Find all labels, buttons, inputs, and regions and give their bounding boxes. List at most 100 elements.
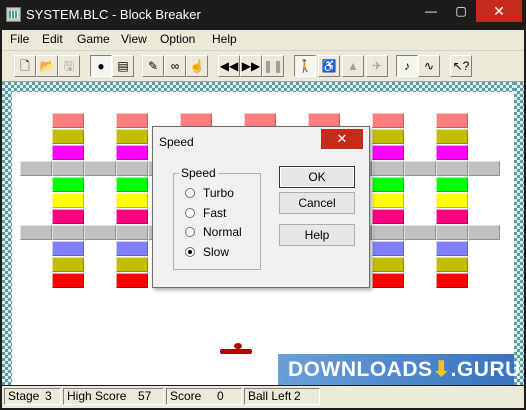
radio-circle-icon bbox=[185, 188, 195, 198]
high-score-value: 57 bbox=[138, 389, 152, 403]
brick bbox=[116, 241, 148, 256]
car-icon[interactable]: ▲ bbox=[342, 55, 364, 77]
brick bbox=[372, 161, 404, 176]
airplane-icon[interactable]: ✈ bbox=[366, 55, 388, 77]
brick bbox=[468, 225, 500, 240]
left-wall bbox=[2, 82, 12, 385]
title-bar: SYSTEM.BLC - Block Breaker — ▢ ✕ bbox=[0, 0, 526, 30]
brick bbox=[116, 193, 148, 208]
brick bbox=[52, 129, 84, 144]
brick bbox=[84, 225, 116, 240]
radio-normal[interactable]: Normal bbox=[185, 225, 265, 241]
brick bbox=[436, 241, 468, 256]
brick bbox=[52, 145, 84, 160]
brick bbox=[436, 145, 468, 160]
brick bbox=[404, 161, 436, 176]
brick bbox=[52, 257, 84, 272]
menu-game[interactable]: Game bbox=[77, 32, 110, 46]
brick bbox=[52, 113, 84, 128]
walking-man-icon[interactable]: 🚶 bbox=[294, 55, 316, 77]
brick bbox=[372, 257, 404, 272]
brick bbox=[84, 161, 116, 176]
radio-turbo[interactable]: Turbo bbox=[185, 186, 265, 202]
close-button[interactable]: ✕ bbox=[476, 0, 522, 22]
high-score-label: High Score bbox=[67, 389, 127, 403]
menu-file[interactable]: File bbox=[10, 32, 29, 46]
dialog-title: Speed bbox=[159, 135, 194, 149]
rewind-icon[interactable]: ◀◀ bbox=[218, 55, 240, 77]
dialog-close-button[interactable]: ✕ bbox=[321, 129, 363, 149]
radio-slow[interactable]: Slow bbox=[185, 245, 265, 261]
save-icon[interactable]: 🖫 bbox=[58, 55, 80, 77]
window-title: SYSTEM.BLC - Block Breaker bbox=[26, 7, 201, 22]
brick bbox=[404, 225, 436, 240]
radio-label: Fast bbox=[203, 206, 227, 220]
brick bbox=[436, 209, 468, 224]
open-folder-icon[interactable]: 📂 bbox=[36, 55, 58, 77]
menu-bar: File Edit Game View Option Help bbox=[2, 30, 524, 51]
brick bbox=[52, 273, 84, 288]
watermark: DOWNLOADS⬇.GURU bbox=[278, 354, 520, 385]
brick bbox=[436, 161, 468, 176]
menu-option[interactable]: Option bbox=[160, 32, 195, 46]
radio-selected-icon bbox=[185, 247, 195, 257]
ok-button[interactable]: OK bbox=[279, 166, 355, 188]
status-stage: Stage 3 bbox=[4, 388, 61, 405]
hand-icon[interactable]: ☝ bbox=[186, 55, 208, 77]
fast-forward-icon[interactable]: ▶▶ bbox=[240, 55, 262, 77]
brick bbox=[116, 145, 148, 160]
help-button[interactable]: Help bbox=[279, 224, 355, 246]
brick bbox=[436, 129, 468, 144]
brick bbox=[116, 273, 148, 288]
brick bbox=[372, 129, 404, 144]
minimize-button[interactable]: — bbox=[416, 0, 446, 22]
brick bbox=[372, 145, 404, 160]
brick bbox=[436, 273, 468, 288]
brick bbox=[372, 177, 404, 192]
help-pointer-icon[interactable]: ↖? bbox=[450, 55, 472, 77]
new-file-icon[interactable]: 🗋 bbox=[14, 55, 36, 77]
brick bbox=[116, 257, 148, 272]
ball-left-value: 2 bbox=[294, 389, 301, 403]
bicycle-icon[interactable]: ♿ bbox=[318, 55, 340, 77]
brick bbox=[116, 225, 148, 240]
brick bbox=[372, 225, 404, 240]
status-bar: Stage 3 High Score 57 Score 0 Ball Left 2 bbox=[2, 386, 524, 408]
speed-dialog: Speed ✕ Speed Turbo Fast Normal Slow OK … bbox=[152, 126, 370, 288]
brick bbox=[52, 241, 84, 256]
brick bbox=[116, 129, 148, 144]
binoculars-icon[interactable]: ∞ bbox=[164, 55, 186, 77]
brick bbox=[52, 161, 84, 176]
brick bbox=[372, 241, 404, 256]
menu-view[interactable]: View bbox=[121, 32, 147, 46]
status-score: Score 0 bbox=[166, 388, 242, 405]
menu-edit[interactable]: Edit bbox=[42, 32, 63, 46]
brick bbox=[52, 177, 84, 192]
brick bbox=[468, 161, 500, 176]
stage-value: 3 bbox=[45, 389, 52, 403]
brick bbox=[372, 113, 404, 128]
score-value: 0 bbox=[217, 389, 224, 403]
brick bbox=[116, 113, 148, 128]
brick bbox=[372, 209, 404, 224]
radio-label: Normal bbox=[203, 225, 242, 239]
music-note-icon[interactable]: ♪ bbox=[396, 55, 418, 77]
sound-wave-icon[interactable]: ∿ bbox=[418, 55, 440, 77]
brick bbox=[52, 209, 84, 224]
brick bbox=[20, 161, 52, 176]
radio-fast[interactable]: Fast bbox=[185, 206, 265, 222]
cancel-button[interactable]: Cancel bbox=[279, 192, 355, 214]
ball-icon[interactable]: ● bbox=[90, 55, 112, 77]
brush-icon[interactable]: ✎ bbox=[142, 55, 164, 77]
board-icon[interactable]: ▤ bbox=[112, 55, 134, 77]
pause-icon[interactable]: ❚❚ bbox=[262, 55, 284, 77]
score-label: Score bbox=[170, 389, 202, 403]
app-icon bbox=[6, 7, 21, 22]
brick bbox=[372, 273, 404, 288]
radio-label: Slow bbox=[203, 245, 230, 259]
brick bbox=[116, 177, 148, 192]
right-wall bbox=[514, 82, 524, 385]
radio-circle-icon bbox=[185, 227, 195, 237]
menu-help[interactable]: Help bbox=[212, 32, 237, 46]
maximize-button[interactable]: ▢ bbox=[446, 0, 476, 22]
